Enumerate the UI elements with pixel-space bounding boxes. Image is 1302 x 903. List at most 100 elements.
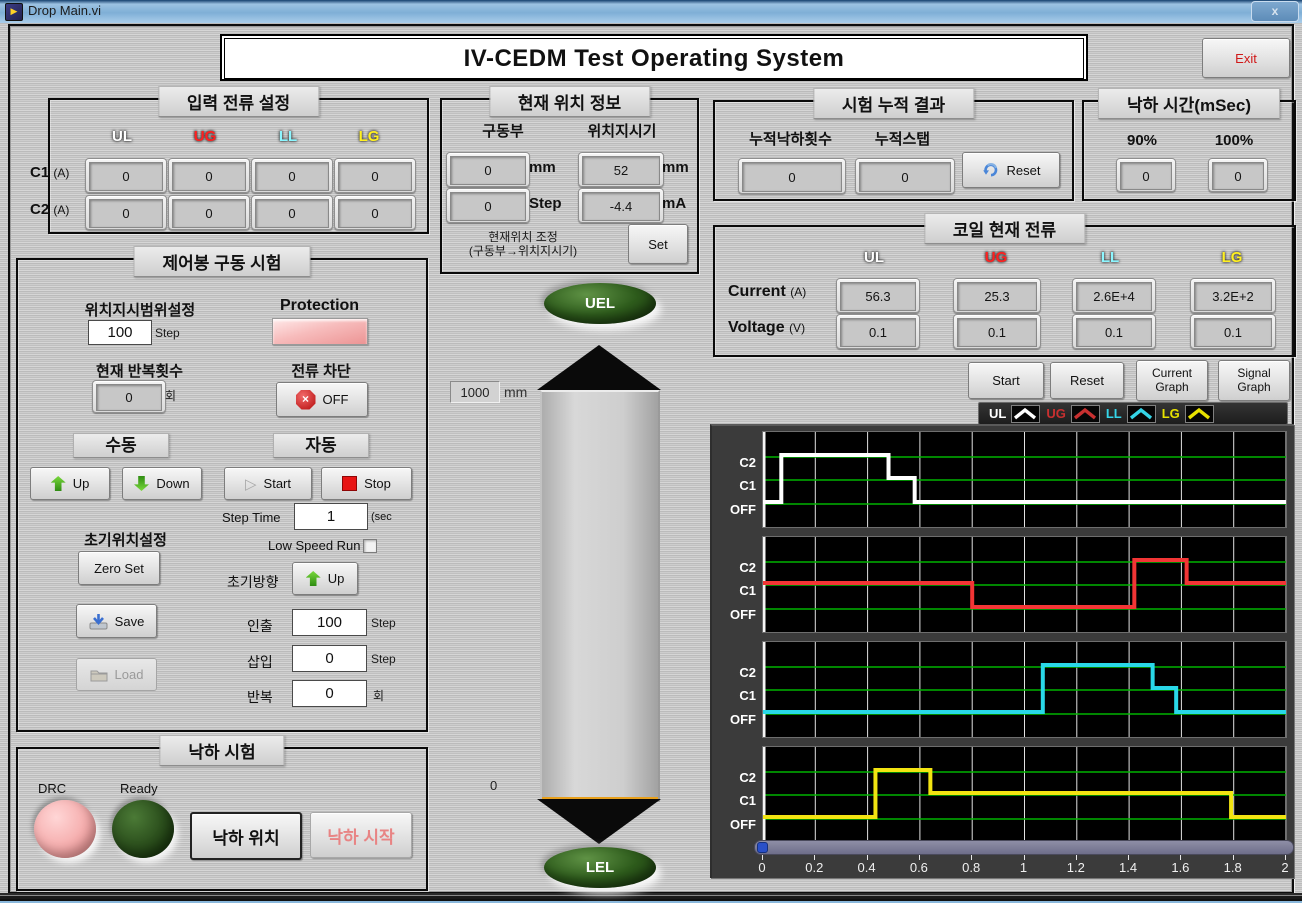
zero-set-button[interactable]: Zero Set xyxy=(78,551,160,585)
reset-cumulative-button[interactable]: Reset xyxy=(962,152,1060,188)
save-icon xyxy=(89,613,108,629)
protection-indicator xyxy=(272,318,368,345)
screen: ▶ Drop Main.vi x IV-CEDM Test Operating … xyxy=(0,0,1302,903)
panel-drop-time-title: 낙하 시간(mSec) xyxy=(1098,88,1280,119)
x-axis-label: 1.2 xyxy=(1066,860,1085,875)
graph-x-scrollbar[interactable] xyxy=(754,840,1294,855)
auto-start-button[interactable]: ▷ Start xyxy=(224,467,312,500)
graph-subplot-LG xyxy=(762,746,1287,843)
input-c2-lg[interactable]: 0 xyxy=(334,195,416,230)
play-icon: ▷ xyxy=(244,475,257,493)
range-setting-input[interactable]: 100 xyxy=(88,320,152,345)
drc-led xyxy=(34,800,96,858)
indicator-label: 위치지시기 xyxy=(587,123,657,140)
y-axis-label-UG-OFF: OFF xyxy=(730,607,756,622)
coil-col-lg: LG xyxy=(1221,249,1243,266)
graph-start-button[interactable]: Start xyxy=(968,362,1044,399)
set-button[interactable]: Set xyxy=(628,224,688,264)
drive-mm-unit: mm xyxy=(529,159,556,176)
cumulative-drop-count-display: 0 xyxy=(738,158,846,194)
auto-section-header: 자동 xyxy=(273,433,369,458)
input-c2-ll[interactable]: 0 xyxy=(251,195,333,230)
coil-col-ll: LL xyxy=(1100,249,1120,266)
y-axis-label-LL-C2: C2 xyxy=(739,665,756,680)
legend-item-UL[interactable]: UL xyxy=(989,404,1041,423)
panel-input-current-title: 입력 전류 설정 xyxy=(157,86,320,117)
col-header-ll: LL xyxy=(278,128,298,145)
coil-voltage-lg: 0.1 xyxy=(1190,314,1276,349)
input-c1-ul[interactable]: 0 xyxy=(85,158,167,193)
coil-current-ul: 56.3 xyxy=(836,278,920,313)
insert-label: 삽입 xyxy=(247,654,273,670)
input-c1-lg[interactable]: 0 xyxy=(334,158,416,193)
stop-square-icon xyxy=(342,476,358,491)
cumulative-step-label: 누적스탭 xyxy=(874,131,931,148)
legend-line-sample xyxy=(1126,404,1156,423)
manual-down-button[interactable]: Down xyxy=(122,467,202,500)
exit-button[interactable]: Exit xyxy=(1202,38,1290,78)
repeat-unit: 회 xyxy=(373,689,385,703)
current-repeat-label: 현재 반복횟수 xyxy=(96,363,183,380)
x-axis-label: 0.4 xyxy=(857,860,876,875)
down-arrow-icon xyxy=(134,476,149,491)
signal-graph-button[interactable]: Signal Graph xyxy=(1218,360,1290,401)
low-speed-run-checkbox[interactable] xyxy=(363,539,377,553)
init-position-label: 초기위치설정 xyxy=(84,532,167,549)
graph-reset-button[interactable]: Reset xyxy=(1050,362,1124,399)
coil-voltage-ug: 0.1 xyxy=(953,314,1041,349)
ready-led xyxy=(112,800,174,858)
drc-label: DRC xyxy=(38,781,67,796)
input-c2-ul[interactable]: 0 xyxy=(85,195,167,230)
step-time-input[interactable]: 1 xyxy=(294,503,368,530)
y-axis-label-LG-C2: C2 xyxy=(739,770,756,785)
drop-position-button[interactable]: 낙하 위치 xyxy=(190,812,302,860)
close-icon[interactable]: x xyxy=(1251,1,1299,22)
load-button[interactable]: Load xyxy=(76,658,157,691)
coil-current-ll: 2.6E+4 xyxy=(1072,278,1156,313)
row-label-c1: C1 (A) xyxy=(30,164,70,181)
y-axis-label-LG-OFF: OFF xyxy=(730,817,756,832)
y-axis-label-UG-C2: C2 xyxy=(739,560,756,575)
scrollbar-handle[interactable] xyxy=(757,842,768,853)
current-cutoff-button[interactable]: × OFF xyxy=(276,382,368,417)
drive-step-unit: Step xyxy=(529,195,562,212)
input-c1-ll[interactable]: 0 xyxy=(251,158,333,193)
indicator-ma-unit: mA xyxy=(662,195,687,212)
window-titlebar: ▶ Drop Main.vi x xyxy=(0,0,1302,23)
y-axis-label-LL-C1: C1 xyxy=(739,688,756,703)
lel-indicator: LEL xyxy=(544,847,656,888)
indicator-ma-display: -4.4 xyxy=(578,188,664,223)
auto-stop-button[interactable]: Stop xyxy=(321,467,412,500)
graph-subplot-UG xyxy=(762,536,1287,633)
cumulative-drop-count-label: 누적낙하횟수 xyxy=(749,131,832,148)
repeat-input[interactable]: 0 xyxy=(292,680,367,707)
col-header-lg: LG xyxy=(358,128,380,145)
insert-input[interactable]: 0 xyxy=(292,645,367,672)
withdraw-input[interactable]: 100 xyxy=(292,609,367,636)
init-direction-button[interactable]: Up xyxy=(292,562,358,595)
uel-indicator: UEL xyxy=(544,283,656,324)
legend-item-LL[interactable]: LL xyxy=(1106,404,1156,423)
coil-current-row-label: Current (A) xyxy=(728,283,807,300)
panel-coil-current-title: 코일 현재 전류 xyxy=(923,213,1086,244)
panel-position-info-title: 현재 위치 정보 xyxy=(488,86,651,117)
drive-label: 구동부 xyxy=(482,123,524,140)
x-axis-label: 1.8 xyxy=(1223,860,1242,875)
y-axis-label-LL-OFF: OFF xyxy=(730,712,756,727)
x-axis-label: 0.6 xyxy=(909,860,928,875)
input-c2-ug[interactable]: 0 xyxy=(168,195,250,230)
current-graph-button[interactable]: Current Graph xyxy=(1136,360,1208,401)
save-button[interactable]: Save xyxy=(76,604,157,638)
insert-unit: Step xyxy=(371,652,396,666)
legend-line-sample xyxy=(1070,404,1100,423)
manual-up-button[interactable]: Up xyxy=(30,467,110,500)
coil-col-ug: UG xyxy=(984,249,1008,266)
drop-start-button[interactable]: 낙하 시작 xyxy=(310,812,412,858)
legend-item-LG[interactable]: LG xyxy=(1162,404,1214,423)
gauge-max-unit: mm xyxy=(504,384,528,400)
x-axis-label: 2 xyxy=(1281,860,1289,875)
legend-item-UG[interactable]: UG xyxy=(1046,404,1100,423)
gauge-top-arrow xyxy=(537,345,661,390)
input-c1-ug[interactable]: 0 xyxy=(168,158,250,193)
graph-panel: C2 C1 OFF C2 C1 OFF C2 C1 OFF C2 C1 OFF 0 0.2 0.4 0.6 0.… xyxy=(710,424,1294,878)
